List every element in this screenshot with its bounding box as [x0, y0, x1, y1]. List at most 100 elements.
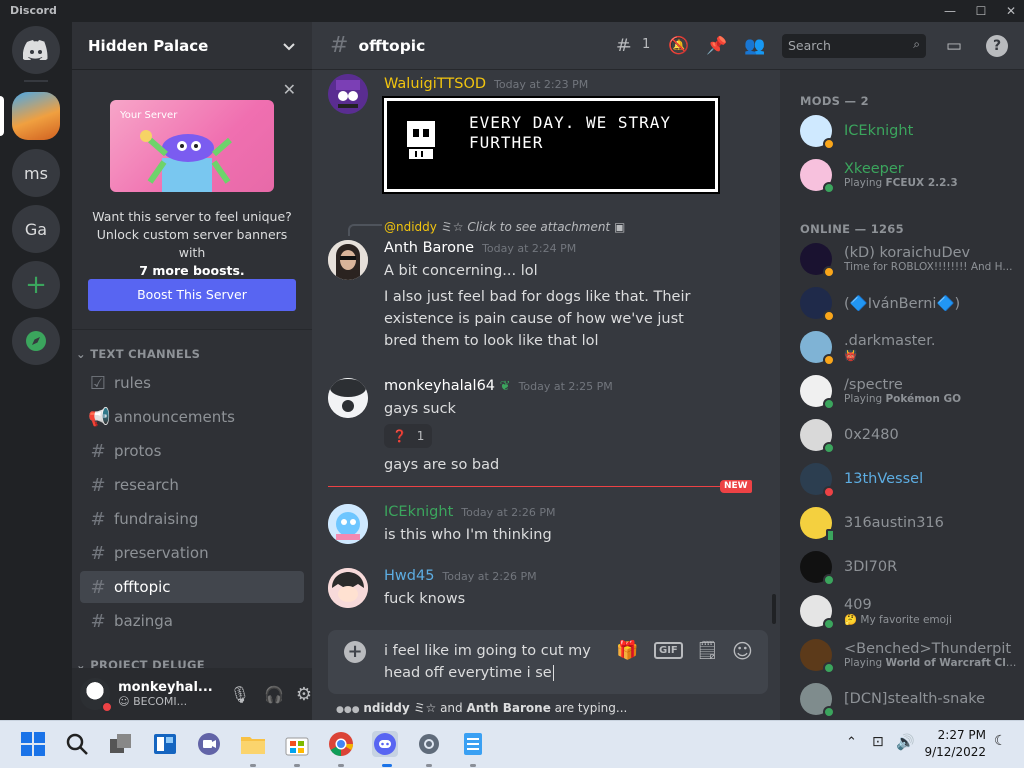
status-mobile-icon [826, 529, 835, 542]
status-idle-icon [823, 310, 835, 322]
clock[interactable]: 2:27 PM 9/12/2022 [920, 727, 986, 761]
store-icon[interactable] [284, 731, 310, 757]
avatar[interactable] [328, 504, 368, 544]
member[interactable]: (🔷IvánBerni🔷) [788, 282, 1016, 324]
microphone-icon[interactable]: 🎙 [230, 685, 250, 704]
guild-ga[interactable]: Ga [12, 205, 60, 253]
emoji-icon[interactable]: ☺ [732, 639, 753, 663]
member[interactable]: 0x2480 [788, 414, 1016, 456]
add-server-button[interactable]: + [12, 261, 60, 309]
member[interactable]: /spectre Playing Pokémon GO [788, 370, 1016, 412]
banner-illustration: Your Server [110, 100, 274, 192]
plus-icon[interactable]: + [344, 641, 366, 663]
teams-chat-icon[interactable] [196, 731, 222, 757]
minimize-button[interactable]: — [935, 0, 965, 22]
image-attachment[interactable]: EVERY DAY. WE STRAY FURTHER [382, 96, 720, 194]
username: monkeyhal... [118, 680, 213, 695]
status-online-icon [823, 182, 835, 194]
member-xkeeper[interactable]: Xkeeper Playing FCEUX 2.2.3 [788, 154, 1016, 196]
guild-hidden-palace[interactable] [12, 92, 60, 140]
headphones-icon[interactable]: 🎧 [264, 685, 284, 704]
channel-offtopic[interactable]: # offtopic [80, 571, 304, 603]
chevron-up-icon[interactable]: ⌃ [846, 735, 857, 750]
pin-icon[interactable]: 📌 [706, 36, 727, 56]
gift-icon[interactable]: 🎁 [616, 640, 638, 661]
explore-servers-button[interactable] [12, 317, 60, 365]
scrollbar-thumb[interactable] [772, 594, 776, 624]
members-icon[interactable]: 👥 [744, 36, 765, 56]
member[interactable]: 13thVessel [788, 458, 1016, 500]
home-button[interactable] [12, 26, 60, 74]
status-online-icon [823, 618, 835, 630]
member[interactable]: [DCN]stealth-snake [788, 678, 1016, 720]
title-bar: Discord — ☐ ✕ [0, 0, 1024, 22]
member[interactable]: <Benched>Thunderpit Playing World of Warc… [788, 634, 1019, 676]
message-text: gays are so bad [384, 457, 500, 473]
avatar[interactable] [328, 74, 368, 114]
member[interactable]: .darkmaster. 👹 [788, 326, 1016, 368]
avatar[interactable] [328, 378, 368, 418]
guild-ms[interactable]: ms [12, 149, 60, 197]
avatar[interactable] [328, 240, 368, 280]
member[interactable]: (kD) koraichuDev Time for ROBLOX!!!!!!!! … [788, 238, 1016, 280]
gif-button[interactable]: GIF [654, 642, 683, 659]
gear-icon[interactable]: ⚙ [296, 684, 312, 705]
member[interactable]: 409 🤔 My favorite emoji [788, 590, 1016, 632]
megaphone-icon: 📢 [88, 406, 111, 428]
message-author[interactable]: Anth Barone Today at 2:24 PM [384, 240, 576, 256]
sticker-icon[interactable]: 🗒 [696, 640, 719, 661]
network-icon[interactable]: ⊡ [872, 734, 884, 750]
widgets-icon[interactable] [152, 731, 178, 757]
channel-preservation[interactable]: # preservation [80, 537, 304, 569]
message-input[interactable]: i feel like im going to cut my head off … [384, 640, 604, 684]
channel-rules[interactable]: ☑ rules [80, 367, 304, 399]
channel-announcements[interactable]: 📢 announcements [80, 401, 304, 433]
help-icon[interactable]: ? [986, 35, 1008, 57]
category-text-channels[interactable]: ⌄ TEXT CHANNELS [76, 347, 200, 361]
message-text: A bit concerning... lol [384, 263, 538, 279]
server-header[interactable]: Hidden Palace [72, 22, 312, 70]
chat-area: # offtopic #̶ 1 🔕 📌 👥 Search ⌕ ▭ ? Walui… [312, 22, 1024, 720]
search-input[interactable]: Search ⌕ [782, 34, 926, 58]
channel-title: offtopic [358, 36, 426, 55]
member[interactable]: 316austin316 [788, 502, 1016, 544]
close-button[interactable]: ✕ [996, 0, 1024, 22]
notepad-icon[interactable] [460, 731, 486, 757]
avatar [800, 683, 835, 718]
avatar [800, 551, 835, 586]
threads-icon[interactable]: #̶ [616, 36, 630, 56]
member[interactable]: 3DI70R [788, 546, 1016, 588]
avatar[interactable] [328, 568, 368, 608]
focus-assist-icon[interactable]: ☾ [994, 733, 1007, 749]
channel-fundraising[interactable]: # fundraising [80, 503, 304, 535]
chrome-icon[interactable] [328, 731, 354, 757]
close-icon[interactable]: ✕ [283, 80, 296, 99]
message-author[interactable]: WaluigiTTSOD Today at 2:23 PM [384, 76, 588, 92]
discord-taskbar-button[interactable] [372, 731, 398, 757]
settings-icon[interactable] [416, 731, 442, 757]
plus-icon: + [25, 270, 47, 300]
channel-bazinga[interactable]: # bazinga [80, 605, 304, 637]
boost-server-button[interactable]: Boost This Server [88, 279, 296, 311]
reply-preview[interactable]: @ndiddy ミ☆ Click to see attachment ▣ [384, 218, 625, 235]
message-author[interactable]: Hwd45 Today at 2:26 PM [384, 568, 537, 584]
server-rail: ms Ga + [0, 22, 72, 720]
message-author[interactable]: monkeyhalal64 ❦ Today at 2:25 PM [384, 378, 613, 394]
hash-icon: # [90, 576, 106, 598]
channel-protos[interactable]: # protos [80, 435, 304, 467]
file-explorer-icon[interactable] [240, 731, 266, 757]
message-composer[interactable]: + i feel like im going to cut my head of… [328, 630, 768, 694]
task-view-icon[interactable] [108, 731, 134, 757]
start-icon[interactable] [20, 731, 46, 757]
hash-icon: # [90, 542, 106, 564]
inbox-icon[interactable]: ▭ [946, 36, 962, 56]
channel-research[interactable]: # research [80, 469, 304, 501]
search-icon[interactable] [64, 731, 90, 757]
volume-icon[interactable]: 🔊 [896, 733, 915, 751]
message-author[interactable]: ICEknight Today at 2:26 PM [384, 504, 555, 520]
reaction-button[interactable]: ❓ 1 [384, 424, 433, 448]
member-iceknight[interactable]: ICEknight [788, 110, 1016, 152]
mute-bell-icon[interactable]: 🔕 [668, 36, 689, 56]
maximize-button[interactable]: ☐ [966, 0, 996, 22]
avatar[interactable] [80, 678, 114, 713]
